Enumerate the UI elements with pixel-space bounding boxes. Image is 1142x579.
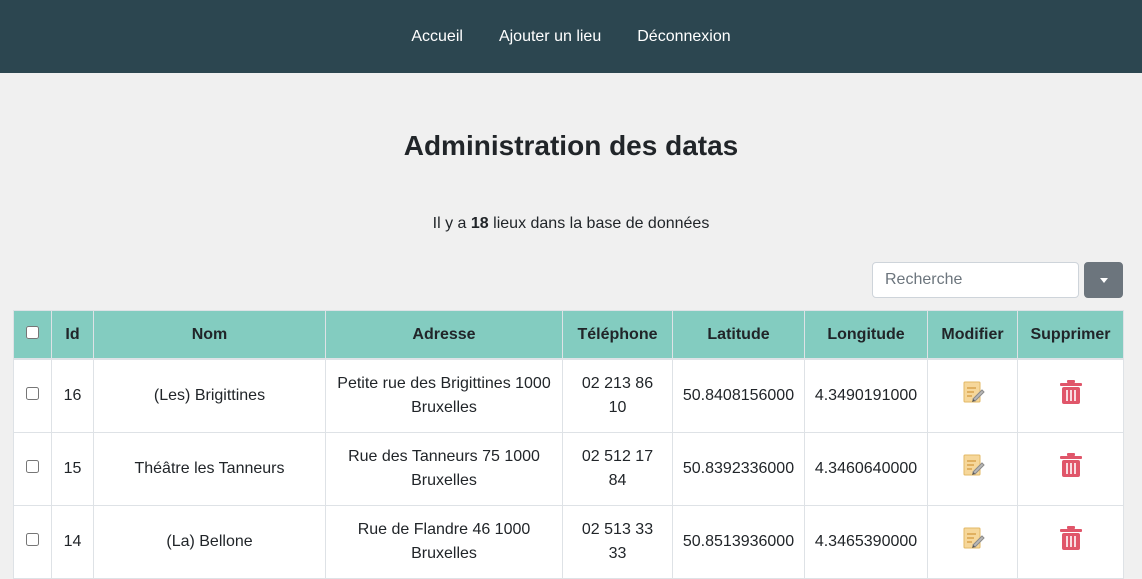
count-suffix: lieux dans la base de données [493,215,710,232]
cell-longitude: 4.3460640000 [804,432,928,506]
page-title: Administration des datas [403,130,739,161]
cell-supprimer [1017,358,1124,433]
record-count-text: Il y a 18 lieux dans la base de données [0,214,1142,234]
cell-id: 15 [51,432,94,506]
table-row: 15 Théâtre les Tanneurs Rue des Tanneurs… [13,432,1124,506]
column-header-supprimer: Supprimer [1017,310,1124,360]
cell-longitude: 4.3465390000 [804,505,928,579]
cell-nom: Théâtre les Tanneurs [93,432,326,506]
cell-modifier [927,358,1018,433]
cell-supprimer [1017,505,1124,579]
cell-adresse: Rue des Tanneurs 75 1000 Bruxelles [325,432,563,506]
edit-note-icon[interactable] [960,452,986,486]
column-header-latitude: Latitude [672,310,805,360]
cell-latitude: 50.8392336000 [672,432,805,506]
cell-nom: (Les) Brigittines [93,358,326,433]
cell-id: 16 [51,358,94,433]
trash-icon[interactable] [1059,452,1083,486]
row-select-cell [13,505,52,579]
cell-modifier [927,505,1018,579]
cell-modifier [927,432,1018,506]
trash-icon[interactable] [1059,379,1083,413]
edit-note-icon[interactable] [960,525,986,559]
cell-latitude: 50.8513936000 [672,505,805,579]
row-checkbox[interactable] [26,460,39,473]
cell-adresse: Petite rue des Brigittines 1000 Bruxelle… [325,358,563,433]
select-all-cell [13,310,52,360]
cell-latitude: 50.8408156000 [672,358,805,433]
row-select-cell [13,358,52,433]
edit-note-icon[interactable] [960,379,986,413]
table-row: 14 (La) Bellone Rue de Flandre 46 1000 B… [13,505,1124,579]
table-row: 16 (Les) Brigittines Petite rue des Brig… [13,358,1124,433]
trash-icon[interactable] [1059,525,1083,559]
cell-nom: (La) Bellone [93,505,326,579]
top-navbar: Accueil Ajouter un lieu Déconnexion [0,0,1142,73]
table-header-row: Id Nom Adresse Téléphone Latitude Longit… [13,310,1124,360]
nav-link-ajouter-lieu[interactable]: Ajouter un lieu [499,27,601,47]
search-options-dropdown-button[interactable] [1084,262,1123,298]
row-checkbox[interactable] [26,533,39,546]
count-value: 18 [470,215,489,232]
places-table: Id Nom Adresse Téléphone Latitude Longit… [13,310,1124,579]
column-header-modifier: Modifier [927,310,1018,360]
search-input[interactable] [872,262,1079,298]
row-checkbox[interactable] [26,387,39,400]
nav-link-accueil[interactable]: Accueil [411,27,463,47]
cell-telephone: 02 513 33 33 [562,505,673,579]
cell-supprimer [1017,432,1124,506]
count-prefix: Il y a [432,215,467,232]
cell-id: 14 [51,505,94,579]
row-select-cell [13,432,52,506]
column-header-adresse: Adresse [325,310,563,360]
cell-longitude: 4.3490191000 [804,358,928,433]
cell-adresse: Rue de Flandre 46 1000 Bruxelles [325,505,563,579]
cell-telephone: 02 512 17 84 [562,432,673,506]
column-header-longitude: Longitude [804,310,928,360]
column-header-id: Id [51,310,94,360]
select-all-checkbox[interactable] [26,325,39,339]
cell-telephone: 02 213 86 10 [562,358,673,433]
nav-link-deconnexion[interactable]: Déconnexion [637,27,730,47]
caret-down-icon [1099,277,1108,283]
column-header-nom: Nom [93,310,326,360]
column-header-telephone: Téléphone [562,310,673,360]
